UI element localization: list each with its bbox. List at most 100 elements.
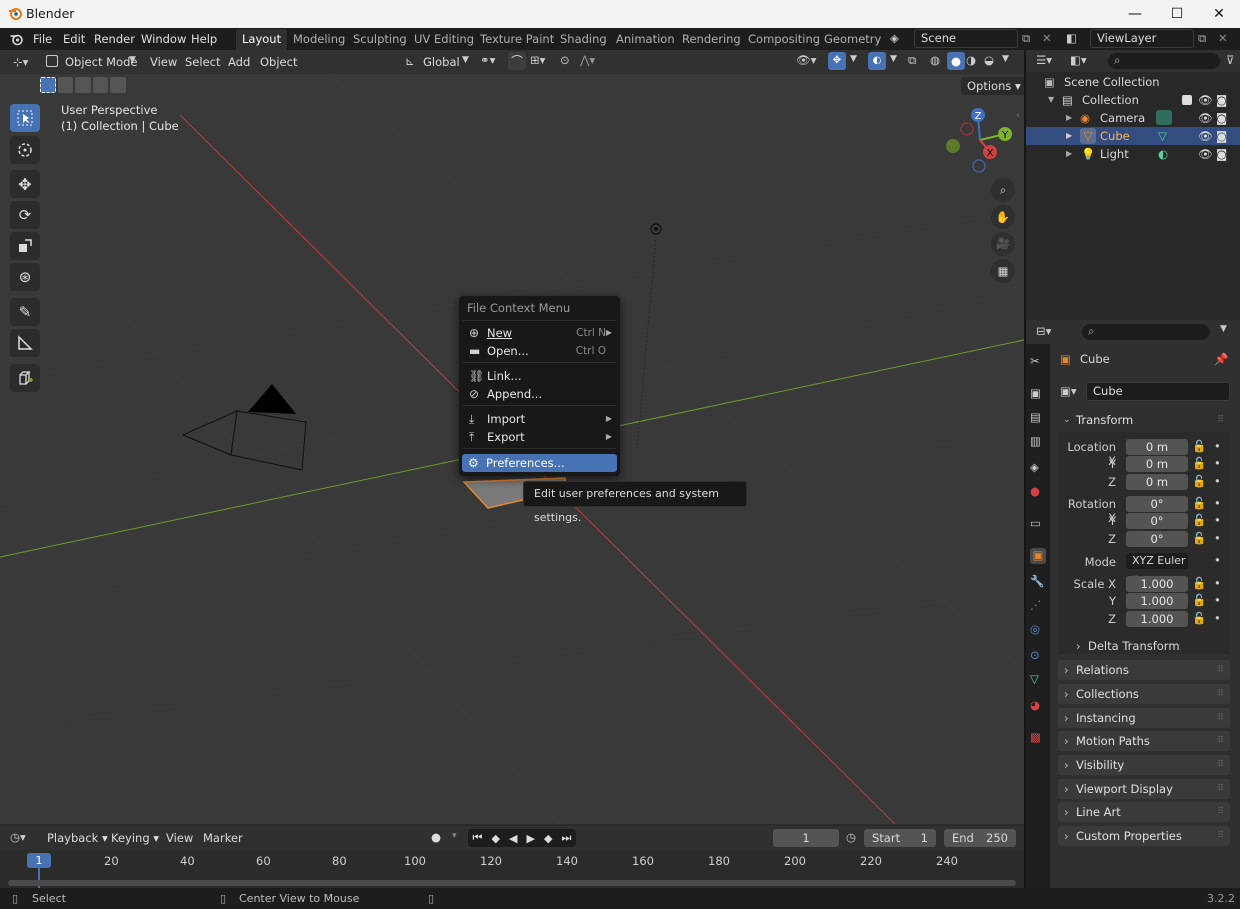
scene-tab-icon[interactable]: ◈: [1030, 460, 1046, 476]
snap-target-icon[interactable]: ⊞▾: [530, 53, 545, 67]
render-camera-icon[interactable]: ◙: [1216, 127, 1227, 145]
viewlayer-browse-icon[interactable]: ◧: [1066, 31, 1077, 45]
panel-custom-properties[interactable]: › Custom Properties ⠿: [1058, 826, 1230, 846]
keyframe-dot-icon[interactable]: •: [1214, 593, 1221, 607]
navigation-gizmo[interactable]: Z Y X: [938, 104, 1018, 176]
workspace-tab-modeling[interactable]: Modeling: [287, 29, 351, 50]
sidebar-toggle-icon[interactable]: ‹: [1016, 110, 1020, 121]
panel-viewport-display[interactable]: › Viewport Display ⠿: [1058, 779, 1230, 799]
editor-type-icon[interactable]: ◷▾: [10, 830, 26, 844]
transform-tool[interactable]: ⊛: [10, 263, 40, 291]
lock-icon[interactable]: 🔓: [1192, 611, 1206, 625]
jump-keyframe-forward-icon[interactable]: ◆: [544, 832, 552, 845]
menu-file[interactable]: File: [27, 28, 58, 50]
expand-arrow-icon[interactable]: ▶: [1066, 109, 1072, 127]
timeline-menu-playback[interactable]: Playback ▾: [42, 829, 113, 847]
modifier-tab-icon[interactable]: 🔧: [1030, 574, 1046, 590]
scale-z-field[interactable]: 1.000: [1126, 611, 1188, 627]
workspace-tab-sculpting[interactable]: Sculpting: [347, 29, 413, 50]
world-tab-icon[interactable]: ●: [1030, 484, 1046, 500]
scale-tool[interactable]: [10, 232, 40, 260]
physics-tab-icon[interactable]: ◎: [1030, 622, 1046, 638]
data-tab-icon[interactable]: ▽: [1030, 672, 1046, 688]
scene-browse-icon[interactable]: ◈: [890, 31, 899, 45]
jump-start-icon[interactable]: ⏮: [473, 831, 483, 845]
editor-type-icon[interactable]: ⊹▾: [8, 53, 33, 71]
annotate-tool[interactable]: ✎: [10, 298, 40, 326]
gizmo-neg-y[interactable]: [946, 139, 960, 153]
outliner-row-light[interactable]: ▶ 💡 Light ◐ 👁 ◙: [1026, 145, 1240, 163]
timeline-menu-keying[interactable]: Keying ▾: [106, 829, 164, 847]
outliner-row-collection[interactable]: ▼ ▤ Collection 👁 ◙: [1026, 91, 1240, 109]
select-subtract-icon[interactable]: [75, 77, 91, 93]
menu-item-import[interactable]: ⤓ Import ▶: [463, 410, 616, 428]
scale-y-field[interactable]: 1.000: [1126, 593, 1188, 609]
light-data-icon[interactable]: ◐: [1158, 145, 1168, 163]
object-name-field[interactable]: Cube: [1086, 382, 1230, 401]
drag-handle-icon[interactable]: ⠿: [1217, 802, 1224, 822]
filter-icon[interactable]: ⊽: [1226, 53, 1234, 67]
select-extend-icon[interactable]: [57, 77, 74, 93]
timeline-menu-view[interactable]: View: [161, 829, 198, 847]
object-tab-icon[interactable]: ▣: [1030, 548, 1046, 564]
menu-item-link[interactable]: ⛓ Link...: [463, 367, 616, 385]
drag-handle-icon[interactable]: ⠿: [1217, 684, 1224, 704]
delta-transform-subpanel[interactable]: › Delta Transform: [1064, 637, 1224, 655]
select-invert-icon[interactable]: [92, 77, 109, 93]
drag-handle-icon[interactable]: ⠿: [1217, 410, 1224, 430]
snap-icon[interactable]: ⌒: [508, 52, 526, 70]
start-frame-field[interactable]: Start 1: [864, 829, 936, 847]
camera-view-icon[interactable]: 🎥: [991, 232, 1015, 256]
current-frame-field[interactable]: 1: [773, 829, 839, 847]
playhead-frame-badge[interactable]: 1: [27, 853, 51, 868]
scale-x-field[interactable]: 1.000: [1126, 576, 1188, 592]
chevron-down-icon[interactable]: ▼: [1002, 54, 1009, 64]
maximize-button[interactable]: ☐: [1156, 0, 1198, 28]
eye-icon[interactable]: 👁: [1198, 145, 1213, 163]
solid-shading-icon[interactable]: ●: [947, 52, 965, 70]
zoom-icon[interactable]: ⌕: [991, 178, 1015, 202]
lock-icon[interactable]: 🔓: [1192, 593, 1206, 607]
viewlayer-name-field[interactable]: ViewLayer: [1090, 29, 1194, 48]
mesh-data-icon[interactable]: ▽: [1158, 127, 1167, 145]
keyframe-dot-icon[interactable]: •: [1214, 496, 1221, 510]
camera-data-icon[interactable]: [1156, 110, 1172, 125]
editor-type-icon[interactable]: ⊟▾: [1036, 324, 1051, 338]
panel-instancing[interactable]: › Instancing ⠿: [1058, 708, 1230, 728]
viewport-menu-object[interactable]: Object: [255, 53, 302, 71]
chevron-down-icon[interactable]: ▾: [452, 831, 457, 841]
new-viewlayer-icon[interactable]: ⧉: [1198, 31, 1206, 46]
workspace-tab-uv-editing[interactable]: UV Editing: [408, 29, 480, 50]
panel-line-art[interactable]: › Line Art ⠿: [1058, 802, 1230, 822]
chevron-down-icon[interactable]: ▼: [890, 54, 897, 64]
scene-name-field[interactable]: Scene: [914, 29, 1018, 48]
tool-tab-icon[interactable]: ✂: [1030, 354, 1046, 370]
menu-help[interactable]: Help: [185, 28, 223, 50]
proportional-edit-icon[interactable]: ⊙: [560, 53, 570, 67]
select-new-icon[interactable]: [40, 77, 56, 93]
gizmo-toggle-icon[interactable]: ✥: [828, 52, 846, 70]
outliner-row-scene-collection[interactable]: ▣ Scene Collection: [1026, 73, 1240, 91]
viewport-menu-add[interactable]: Add: [223, 53, 255, 71]
collection-tab-icon[interactable]: ▭: [1030, 516, 1046, 532]
drag-handle-icon[interactable]: ⠿: [1217, 779, 1224, 799]
drag-handle-icon[interactable]: ⠿: [1217, 708, 1224, 728]
outliner-row-camera[interactable]: ▶ ◉ Camera 👁 ◙: [1026, 109, 1240, 127]
eye-icon[interactable]: 👁: [1198, 91, 1213, 109]
workspace-tab-texture-paint[interactable]: Texture Paint: [474, 29, 560, 50]
viewport-menu-view[interactable]: View: [145, 53, 182, 71]
drag-handle-icon[interactable]: ⠿: [1217, 826, 1224, 846]
rotate-tool[interactable]: ⟳: [10, 201, 40, 229]
lock-icon[interactable]: 🔓: [1192, 576, 1206, 590]
play-icon[interactable]: ▶: [527, 832, 535, 845]
exclude-checkbox[interactable]: [1182, 95, 1192, 105]
select-box-tool[interactable]: [10, 104, 40, 132]
transform-panel-header[interactable]: ⌄ Transform ⠿: [1058, 410, 1230, 430]
display-mode-icon[interactable]: ◧▾: [1070, 53, 1087, 67]
keyframe-dot-icon[interactable]: •: [1214, 513, 1221, 527]
workspace-tab-compositing[interactable]: Compositing: [742, 29, 826, 50]
delete-viewlayer-icon[interactable]: ✕: [1218, 31, 1228, 45]
expand-arrow-icon[interactable]: ▶: [1066, 127, 1072, 145]
workspace-tab-shading[interactable]: Shading: [554, 29, 613, 50]
workspace-tab-geometry-nodes[interactable]: Geometry N: [818, 29, 884, 50]
